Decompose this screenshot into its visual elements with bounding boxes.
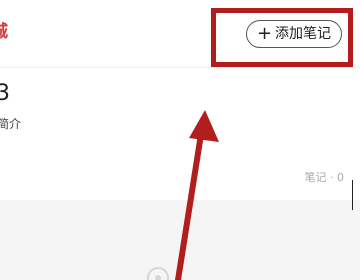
annotation-overlay: [147, 110, 219, 280]
annotation-arrow-icon: [175, 110, 219, 280]
loading-spinner-icon: [147, 267, 169, 280]
